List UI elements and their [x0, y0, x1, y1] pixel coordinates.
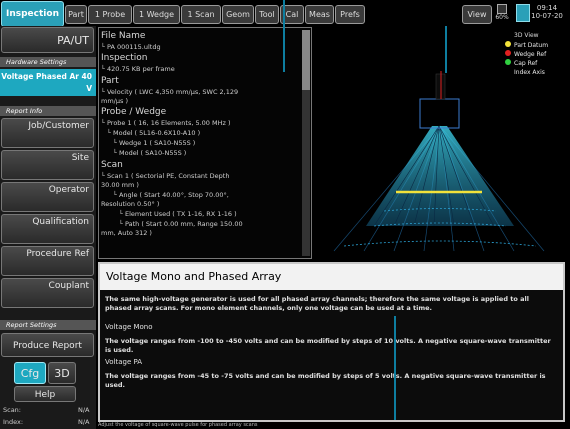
help-label-voltage-mono: Voltage Mono — [105, 323, 153, 331]
view-button[interactable]: View — [462, 5, 492, 24]
tab-scan[interactable]: 1 Scan — [181, 5, 221, 24]
clock-date: 10-07-20 — [531, 12, 563, 20]
top-tab-bar: Inspection Part 1 Probe 1 Wedge 1 Scan G… — [0, 0, 570, 27]
scan-angle-cont: Resolution 0.50° ) — [101, 200, 160, 208]
legend-index-axis: Index Axis — [505, 68, 548, 77]
report-info-label: Report Info — [6, 107, 43, 115]
qualification-button[interactable]: Qualification — [1, 214, 94, 244]
scan-path-cont: mm, Auto 312 ) — [101, 229, 152, 237]
site-button[interactable]: Site — [1, 150, 94, 180]
tab-tool[interactable]: Tool — [255, 5, 279, 24]
scan-info-cont: 30.00 mm ) — [101, 181, 139, 189]
voltage-phased-array-item[interactable]: Voltage Phased Ar 40 V — [0, 69, 96, 96]
report-settings-label: Report Settings — [6, 321, 57, 329]
help-paragraph-1: The same high-voltage generator is used … — [105, 295, 529, 312]
left-settings-panel: PA/UT Hardware Settings Voltage Phased A… — [0, 26, 96, 429]
hardware-settings-header: Hardware Settings — [0, 57, 96, 67]
wedge-box — [419, 98, 460, 129]
index-readout-value: N/A — [78, 418, 90, 426]
black-dot-icon — [505, 68, 511, 74]
file-info-panel: File Name └ PA 000115.ultdg Inspection └… — [98, 27, 312, 259]
index-readout-label: Index: — [3, 418, 24, 426]
disk-icon — [497, 4, 507, 14]
tab-prefs[interactable]: Prefs — [335, 5, 365, 24]
paut-button[interactable]: PA/UT — [1, 27, 94, 53]
tab-part[interactable]: Part — [65, 5, 87, 24]
3d-view-title: 3D View — [514, 32, 539, 39]
tab-meas[interactable]: Meas — [305, 5, 334, 24]
part-velocity-cont: mm/µs ) — [101, 97, 128, 105]
report-settings-header: Report Settings — [0, 320, 96, 330]
operator-button[interactable]: Operator — [1, 182, 94, 212]
disk-status: 60% — [494, 4, 510, 21]
scan-readout-label: Scan: — [3, 406, 21, 414]
status-bar: Adjust the voltage of square-wave pulse … — [98, 422, 258, 428]
wedge-model: └ Model ( SA10-N55S ) — [113, 149, 187, 157]
cfg-button[interactable]: Cfg — [14, 362, 46, 384]
legend-wedge-ref-label: Wedge Ref — [514, 51, 547, 58]
tab-probe[interactable]: 1 Probe — [88, 5, 132, 24]
axis-marker-line — [283, 0, 285, 72]
legend-part-datum: Part Datum — [505, 41, 548, 50]
help-axis-line — [394, 316, 396, 420]
scan-angle: └ Angle ( Start 40.00°, Stop 70.00°, — [113, 191, 229, 199]
produce-report-button[interactable]: Produce Report — [1, 333, 94, 357]
scan-path: └ Path ( Start 0.00 mm, Range 150.00 — [119, 220, 243, 228]
tab-wedge[interactable]: 1 Wedge — [133, 5, 180, 24]
job-customer-button[interactable]: Job/Customer — [1, 118, 94, 148]
scan-heading: Scan — [101, 160, 123, 170]
legend-wedge-ref: Wedge Ref — [505, 50, 548, 59]
yellow-dot-icon — [505, 41, 511, 47]
scan-elements: └ Element Used ( TX 1-16, RX 1-16 ) — [119, 210, 237, 218]
red-dot-icon — [505, 50, 511, 56]
3d-button[interactable]: 3D — [48, 362, 76, 384]
help-dialog: Voltage Mono and Phased Array The same h… — [98, 262, 565, 422]
help-button[interactable]: Help — [14, 386, 76, 402]
legend-cap-ref-label: Cap Ref — [514, 60, 538, 67]
3d-view[interactable]: 3D View Part Datum Wedge Ref Cap Ref Ind… — [314, 26, 570, 266]
clock-time: 09:14 — [536, 4, 558, 12]
file-name-heading: File Name — [101, 31, 146, 41]
legend-part-datum-label: Part Datum — [514, 42, 549, 49]
probe-wedge-heading: Probe / Wedge — [101, 107, 167, 117]
green-dot-icon — [505, 59, 511, 65]
tab-inspection[interactable]: Inspection — [1, 1, 64, 27]
info-scrollbar[interactable] — [302, 30, 310, 256]
help-dialog-title: Voltage Mono and Phased Array — [100, 264, 563, 290]
battery-icon — [516, 4, 530, 22]
probe-info: └ Probe 1 ( 16, 16 Elements, 5.00 MHz ) — [101, 119, 231, 127]
inspection-value: └ 420.75 KB per frame — [101, 65, 175, 73]
hardware-settings-label: Hardware Settings — [6, 58, 67, 66]
inspection-heading: Inspection — [101, 53, 148, 63]
file-name-value: └ PA 000115.ultdg — [101, 43, 161, 51]
report-info-header: Report Info — [0, 106, 96, 116]
part-heading: Part — [101, 76, 119, 86]
procedure-ref-button[interactable]: Procedure Ref — [1, 246, 94, 276]
wedge-info: └ Wedge 1 ( SA10-N55S ) — [113, 139, 196, 147]
clock: 09:14 10-07-20 — [531, 4, 563, 20]
3d-view-legend: Part Datum Wedge Ref Cap Ref Index Axis — [505, 41, 548, 77]
couplant-button[interactable]: Couplant — [1, 278, 94, 308]
part-velocity: └ Velocity ( LWC 4,350 mm/µs, SWC 2,129 — [101, 88, 239, 96]
scan-readout-value: N/A — [78, 406, 90, 414]
help-label-voltage-pa: Voltage PA — [105, 358, 143, 366]
info-scrollbar-thumb[interactable] — [302, 30, 310, 90]
scan-info: └ Scan 1 ( Sectorial PE, Constant Depth — [101, 172, 230, 180]
help-paragraph-2: The voltage ranges from -100 to -450 vol… — [105, 337, 551, 354]
disk-usage: 60% — [495, 14, 509, 21]
legend-index-axis-label: Index Axis — [514, 69, 545, 76]
tab-geom[interactable]: Geom — [222, 5, 254, 24]
help-paragraph-3: The voltage ranges from -45 to -75 volts… — [105, 372, 546, 389]
probe-model: └ Model ( 5L16-0.6X10-A10 ) — [107, 129, 201, 137]
legend-cap-ref: Cap Ref — [505, 59, 548, 68]
